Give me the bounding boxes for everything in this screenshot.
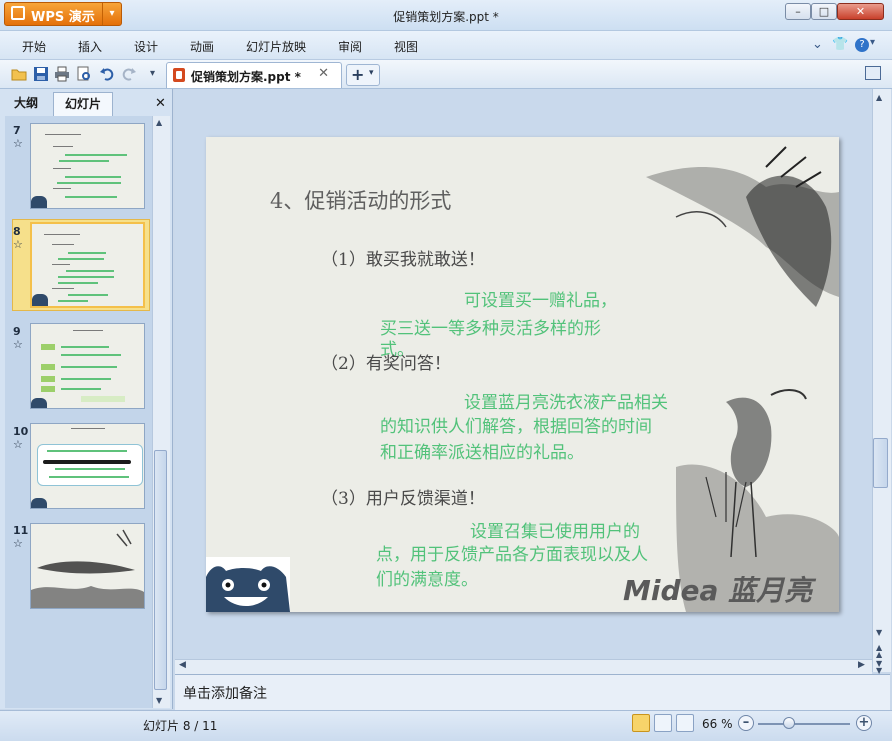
slides-scroll-thumb[interactable]	[154, 450, 167, 690]
mascot-image	[206, 557, 290, 612]
slide-item-text: 和正确率派送相应的礼品。	[380, 443, 584, 463]
redo-icon[interactable]	[121, 66, 137, 82]
scroll-up-icon[interactable]: ▲	[876, 93, 882, 102]
menu-view[interactable]: 视图	[394, 38, 418, 55]
zoom-out-icon[interactable]: –	[738, 715, 754, 731]
close-tab-icon[interactable]: ✕	[318, 66, 329, 81]
slide-item-text: 可设置买一赠礼品，	[464, 291, 617, 311]
slide-number: 10	[13, 425, 29, 438]
slide-thumbnail-10[interactable]	[30, 423, 145, 509]
slide-thumbnail-9[interactable]	[30, 323, 145, 409]
document-tab-label: 促销策划方案.ppt *	[191, 70, 301, 84]
slide-title: 4、促销活动的形式	[270, 189, 452, 213]
menu-start[interactable]: 开始	[22, 38, 46, 55]
animation-star-icon: ☆	[13, 438, 23, 451]
menu-review[interactable]: 审阅	[338, 38, 362, 55]
maximize-button[interactable]: □	[811, 3, 837, 20]
slide-thumbnail-8[interactable]	[30, 222, 145, 308]
slide-number: 7	[13, 124, 21, 137]
current-slide[interactable]: 4、促销活动的形式 （1）敢买我就敢送！ 可设置买一赠礼品， 买三送一等多种灵活…	[206, 137, 839, 612]
scroll-left-icon[interactable]: ◀	[179, 660, 186, 670]
new-tab-button[interactable]: + ▾	[346, 64, 380, 86]
slide-number: 8	[13, 225, 21, 238]
slide-item-text: 们的满意度。	[376, 570, 478, 590]
scroll-right-icon[interactable]: ▶	[858, 660, 865, 670]
brand-logo: Midea 蓝月亮	[623, 574, 813, 607]
menu-animation[interactable]: 动画	[190, 38, 214, 55]
plus-icon: +	[351, 65, 365, 84]
slide-number: 9	[13, 325, 21, 338]
normal-view-icon[interactable]	[632, 714, 650, 732]
menu-design[interactable]: 设计	[134, 38, 158, 55]
notes-pane[interactable]: 单击添加备注	[175, 674, 890, 711]
scroll-down-icon[interactable]: ▼	[876, 628, 882, 637]
chevron-down-icon[interactable]: ▾	[870, 37, 875, 48]
zoom-level: 66 %	[702, 717, 733, 731]
slide-item-text: 的知识供人们解答，根据回答的时间	[380, 417, 652, 437]
window-title: 促销策划方案.ppt *	[393, 10, 499, 24]
zoom-slider-track[interactable]	[758, 723, 850, 725]
menu-slideshow[interactable]: 幻灯片放映	[246, 38, 306, 55]
slide-item-heading: （1）敢买我就敢送！	[321, 250, 485, 270]
undo-icon[interactable]	[99, 66, 115, 82]
animation-star-icon: ☆	[13, 137, 23, 150]
slideshow-view-icon[interactable]	[676, 714, 694, 732]
tab-outline[interactable]: 大纲	[5, 92, 47, 116]
print-preview-icon[interactable]	[76, 66, 92, 82]
slide-scroll-thumb[interactable]	[873, 438, 888, 488]
print-icon[interactable]	[54, 66, 70, 82]
animation-star-icon: ☆	[13, 338, 23, 351]
close-panel-icon[interactable]: ✕	[155, 96, 166, 111]
slide-number: 11	[13, 524, 29, 537]
restore-layout-icon[interactable]	[865, 66, 881, 80]
slide-item-heading: （2）有奖问答！	[321, 354, 451, 374]
zoom-slider-knob[interactable]	[783, 717, 795, 729]
scroll-down-icon[interactable]: ▼	[156, 696, 162, 705]
slide-horizontal-scrollbar[interactable]	[175, 659, 872, 674]
chevron-down-icon[interactable]: ⌄	[812, 37, 823, 52]
menu-insert[interactable]: 插入	[78, 38, 102, 55]
animation-star-icon: ☆	[13, 238, 23, 251]
slide-sorter-view-icon[interactable]	[654, 714, 672, 732]
zoom-in-icon[interactable]: +	[856, 715, 872, 731]
scroll-up-icon[interactable]: ▲	[156, 118, 162, 127]
skin-shirt-icon[interactable]: 👕	[832, 37, 848, 52]
minimize-button[interactable]: –	[785, 3, 811, 20]
open-folder-icon[interactable]	[11, 66, 27, 82]
customize-toolbar-icon[interactable]: ▾	[150, 68, 155, 79]
animation-star-icon: ☆	[13, 537, 23, 550]
notes-placeholder: 单击添加备注	[183, 686, 267, 702]
chevron-down-icon: ▾	[369, 68, 374, 78]
slide-item-heading: （3）用户反馈渠道！	[321, 489, 485, 509]
slide-thumbnail-11[interactable]	[30, 523, 145, 609]
save-icon[interactable]	[33, 66, 49, 82]
status-bar: 幻灯片 8 / 11 66 % – +	[0, 710, 892, 741]
tab-slides[interactable]: 幻灯片	[53, 92, 113, 116]
document-tab[interactable]: 促销策划方案.ppt * ✕	[166, 62, 342, 88]
slide-counter: 幻灯片 8 / 11	[143, 719, 218, 733]
close-window-button[interactable]: ✕	[837, 3, 884, 20]
next-slide-icon[interactable]: ▼ ▼	[876, 660, 882, 675]
previous-slide-icon[interactable]: ▲ ▲	[876, 644, 882, 659]
help-icon[interactable]: ?	[855, 38, 869, 52]
ppt-file-icon	[173, 68, 185, 82]
slide-vertical-scrollbar[interactable]	[872, 89, 891, 672]
slide-thumbnail-7[interactable]	[30, 123, 145, 209]
